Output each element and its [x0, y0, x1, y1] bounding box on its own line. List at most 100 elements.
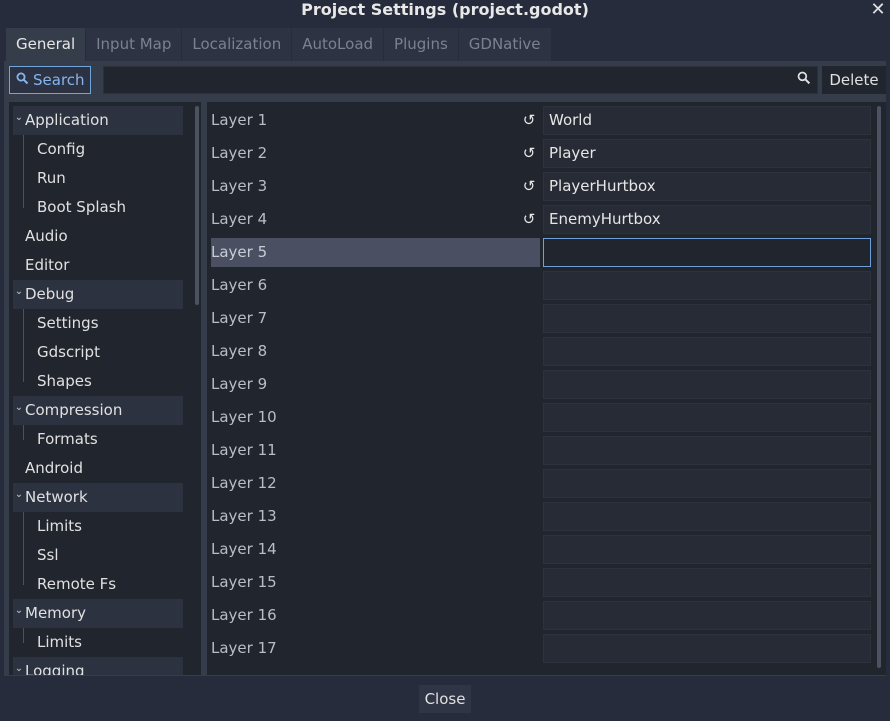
search-button[interactable]: Search — [9, 66, 91, 94]
chevron-down-icon[interactable]: ⌄ — [13, 396, 25, 420]
tree-item-label: Settings — [37, 314, 99, 332]
layer-name-field[interactable] — [543, 436, 871, 465]
tree-item-label: Logging — [25, 662, 85, 675]
layer-name-field[interactable]: World — [543, 106, 871, 135]
tab-input-map[interactable]: Input Map — [86, 28, 182, 61]
settings-section-tree: ⌄ Application Config Run Boot Splash Audio Edi… — [9, 102, 201, 675]
tree-item-logging[interactable]: ⌄ Logging — [13, 657, 183, 675]
chevron-down-icon[interactable]: ⌄ — [13, 483, 25, 507]
layer-row: Layer 5 — [211, 238, 871, 267]
tab-general[interactable]: General — [6, 28, 86, 61]
tab-plugins[interactable]: Plugins — [384, 28, 458, 61]
tree-item-editor[interactable]: Editor — [13, 251, 183, 280]
tree-item-gdscript[interactable]: Gdscript — [13, 338, 183, 367]
tree-item-label: Limits — [37, 517, 82, 535]
tree-item-ssl[interactable]: Ssl — [13, 541, 183, 570]
tree-item-config[interactable]: Config — [13, 135, 183, 164]
layer-row: Layer 6 — [211, 271, 871, 300]
tree-item-compression[interactable]: ⌄ Compression — [13, 396, 183, 425]
tree-item-label: Remote Fs — [37, 575, 117, 593]
tab-autoload[interactable]: AutoLoad — [292, 28, 384, 61]
layer-label: Layer 7 — [211, 309, 268, 327]
layer-label: Layer 11 — [211, 441, 277, 459]
close-icon[interactable]: ✕ — [868, 0, 888, 20]
tree-item-formats[interactable]: Formats — [13, 425, 183, 454]
tree-item-label: Editor — [25, 256, 70, 274]
tree-item-shapes[interactable]: Shapes — [13, 367, 183, 396]
tab-localization[interactable]: Localization — [182, 28, 292, 61]
tree-item-label: Network — [25, 488, 88, 506]
layer-name-field[interactable] — [543, 469, 871, 498]
tree-item-limits[interactable]: Limits — [13, 628, 183, 657]
project-settings-dialog: General Input Map Localization AutoLoad Plug… — [4, 28, 886, 676]
tree-item-boot-splash[interactable]: Boot Splash — [13, 193, 183, 222]
layer-name-field[interactable]: PlayerHurtbox — [543, 172, 871, 201]
layer-label: Layer 17 — [211, 639, 277, 657]
tree-connector-line — [23, 309, 24, 382]
layer-name-field[interactable] — [543, 601, 871, 630]
layer-name-field[interactable]: EnemyHurtbox — [543, 205, 871, 234]
layer-row: Layer 11 — [211, 436, 871, 465]
tree-item-memory[interactable]: ⌄ Memory — [13, 599, 183, 628]
tree-item-run[interactable]: Run — [13, 164, 183, 193]
revert-icon[interactable]: ↺ — [521, 211, 537, 227]
layer-name-field[interactable] — [543, 337, 871, 366]
tree-item-label: Ssl — [37, 546, 59, 564]
tree-connector-line — [23, 628, 24, 643]
tree-item-label: Audio — [25, 227, 68, 245]
layer-label: Layer 14 — [211, 540, 277, 558]
layer-name-field[interactable]: Player — [543, 139, 871, 168]
layer-name-field[interactable] — [543, 370, 871, 399]
layer-row: Layer 10 — [211, 403, 871, 432]
tree-item-android[interactable]: Android — [13, 454, 183, 483]
tree-scrollbar[interactable] — [195, 106, 199, 305]
tab-gdnative[interactable]: GDNative — [458, 28, 551, 61]
tab-bar: General Input Map Localization AutoLoad Plug… — [6, 28, 552, 61]
revert-icon[interactable]: ↺ — [521, 145, 537, 161]
tree-item-settings[interactable]: Settings — [13, 309, 183, 338]
layer-name-field[interactable] — [543, 535, 871, 564]
tree-item-audio[interactable]: Audio — [13, 222, 183, 251]
layer-row: Layer 8 — [211, 337, 871, 366]
search-input[interactable] — [103, 66, 818, 94]
layer-name-field[interactable] — [543, 304, 871, 333]
layer-row: Layer 16 — [211, 601, 871, 630]
tree-connector-line — [23, 135, 24, 208]
tree-item-network[interactable]: ⌄ Network — [13, 483, 183, 512]
delete-button[interactable]: Delete — [822, 66, 886, 94]
layer-row: Layer 3 ↺ PlayerHurtbox — [211, 172, 871, 201]
layer-label: Layer 5 — [211, 243, 268, 261]
inspector-scrollbar[interactable] — [877, 106, 881, 668]
layer-label: Layer 12 — [211, 474, 277, 492]
tree-item-remote-fs[interactable]: Remote Fs — [13, 570, 183, 599]
layer-name-field[interactable] — [543, 568, 871, 597]
layer-names-inspector: Layer 1 ↺ World Layer 2 ↺ Player Layer 3 ↺ Playe… — [207, 102, 886, 675]
chevron-down-icon[interactable]: ⌄ — [13, 280, 25, 304]
tree-item-label: Config — [37, 140, 86, 158]
layer-row: Layer 12 — [211, 469, 871, 498]
layer-name-field[interactable] — [543, 634, 871, 663]
layer-name-field[interactable] — [543, 271, 871, 300]
tree-item-application[interactable]: ⌄ Application — [13, 106, 183, 135]
layer-name-field[interactable] — [543, 403, 871, 432]
tree-item-label: Formats — [37, 430, 98, 448]
tree-connector-line — [23, 425, 24, 440]
tree-item-label: Debug — [25, 285, 75, 303]
chevron-down-icon[interactable]: ⌄ — [13, 599, 25, 623]
tree-item-label: Application — [25, 111, 109, 129]
tree-item-label: Limits — [37, 633, 82, 651]
revert-icon[interactable]: ↺ — [521, 178, 537, 194]
revert-icon[interactable]: ↺ — [521, 112, 537, 128]
layer-label: Layer 3 — [211, 177, 268, 195]
layer-row: Layer 14 — [211, 535, 871, 564]
chevron-down-icon[interactable]: ⌄ — [13, 106, 25, 130]
layer-row: Layer 4 ↺ EnemyHurtbox — [211, 205, 871, 234]
chevron-down-icon[interactable]: ⌄ — [13, 657, 25, 675]
tree-item-limits[interactable]: Limits — [13, 512, 183, 541]
tree-item-debug[interactable]: ⌄ Debug — [13, 280, 183, 309]
tree-item-label: Compression — [25, 401, 123, 419]
close-button[interactable]: Close — [419, 685, 471, 713]
general-panel: Search Delete ⌄ Application Config Run Boot … — [4, 61, 886, 676]
layer-name-field[interactable] — [543, 502, 871, 531]
layer-name-field[interactable] — [543, 238, 871, 267]
